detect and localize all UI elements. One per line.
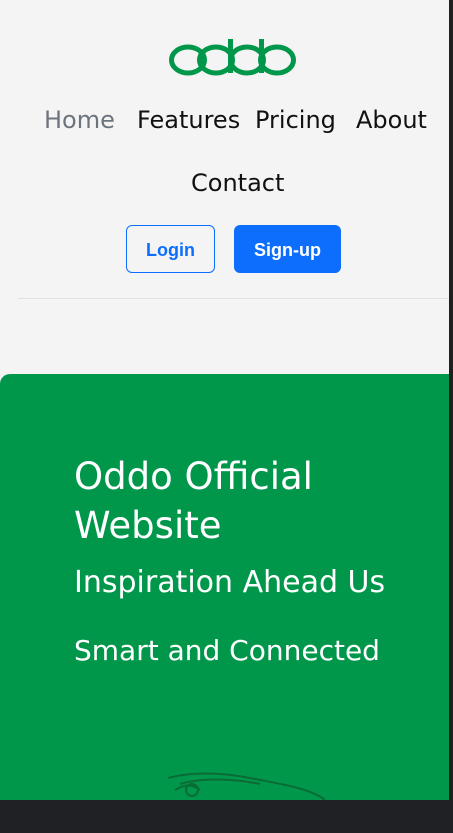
signup-button[interactable]: Sign-up [234, 225, 341, 273]
login-button[interactable]: Login [126, 225, 215, 273]
nav-item-features[interactable]: Features [137, 105, 240, 135]
header-divider [18, 298, 449, 299]
nav-item-contact[interactable]: Contact [191, 168, 284, 198]
hero-title: Oddo Official Website [74, 455, 313, 547]
site-header: Home Features Pricing About Contact Logi… [0, 0, 449, 300]
bottom-bar [0, 800, 453, 833]
phone-outline-icon [167, 772, 326, 801]
hero-tagline: Smart and Connected [74, 634, 380, 667]
nav-item-pricing[interactable]: Pricing [255, 105, 336, 135]
oddo-logo[interactable] [166, 36, 298, 82]
page-scrollbar[interactable] [449, 0, 453, 800]
hero-banner: Oddo Official Website Inspiration Ahead … [0, 374, 449, 804]
nav-item-home[interactable]: Home [44, 105, 115, 135]
hero-subtitle: Inspiration Ahead Us [74, 565, 386, 600]
nav-item-about[interactable]: About [356, 105, 427, 135]
